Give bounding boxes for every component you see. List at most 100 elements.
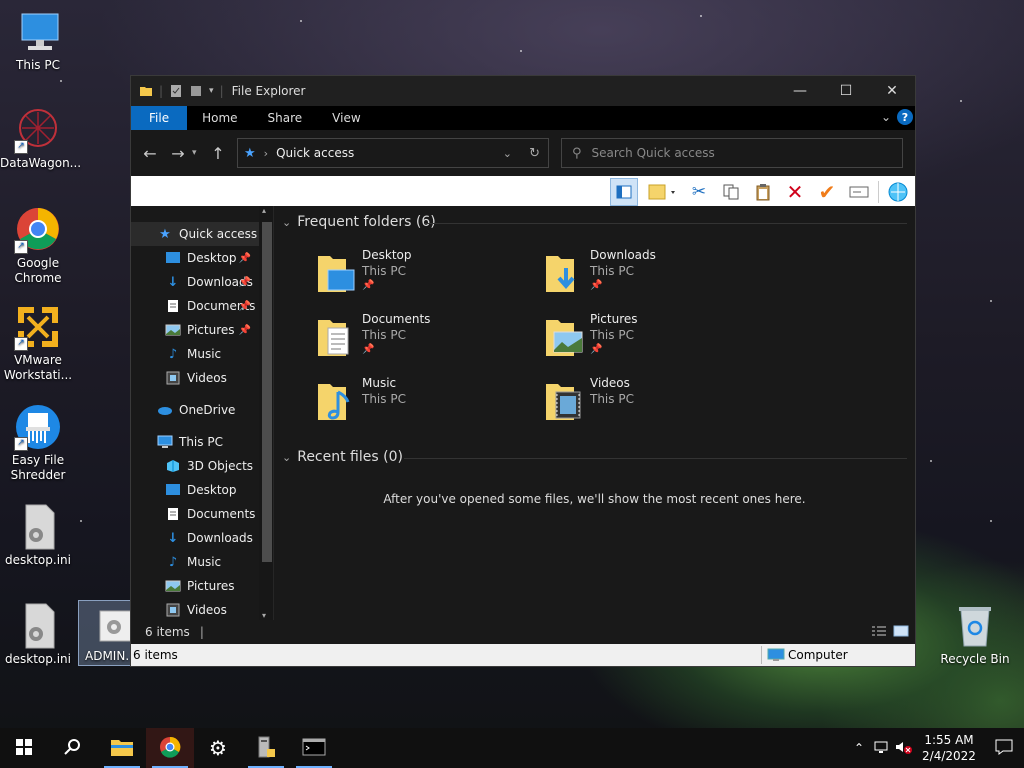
- notifications-icon[interactable]: [984, 739, 1024, 758]
- music-folder-icon: [316, 378, 356, 422]
- new-item-icon[interactable]: [644, 179, 680, 205]
- folder-location: This PC: [362, 328, 406, 342]
- maximize-button[interactable]: ☐: [823, 76, 869, 106]
- volume-muted-icon[interactable]: [892, 740, 914, 757]
- nav-quick-videos[interactable]: Videos: [131, 366, 273, 390]
- tab-view[interactable]: View: [317, 106, 375, 130]
- desktop-icon-desktop-ini-2[interactable]: desktop.ini: [0, 602, 76, 667]
- minimize-button[interactable]: —: [777, 76, 823, 106]
- desktop-icon-google-chrome[interactable]: ↗ Google Chrome: [0, 206, 76, 286]
- rename-icon[interactable]: [846, 179, 872, 205]
- network-icon[interactable]: [870, 740, 892, 757]
- scroll-down-icon[interactable]: ▾: [262, 611, 266, 620]
- new-folder-icon[interactable]: [189, 84, 203, 98]
- cut-icon[interactable]: ✂: [686, 179, 712, 205]
- tab-file[interactable]: File: [131, 106, 188, 130]
- globe-icon[interactable]: [885, 179, 911, 205]
- folder-tile-videos[interactable]: Videos This PC: [544, 376, 764, 436]
- nav-quick-downloads[interactable]: ↓ Downloads 📌: [131, 270, 273, 294]
- desktop-icon-desktop-ini-1[interactable]: desktop.ini: [0, 503, 76, 568]
- desktop-icon-vmware[interactable]: ↗ VMware Workstati...: [0, 303, 76, 383]
- start-button[interactable]: [0, 728, 48, 768]
- title-bar[interactable]: | ▾ | File Explorer — ☐ ✕: [131, 76, 915, 106]
- address-bar[interactable]: ★ › Quick access ⌄ ↻: [237, 138, 549, 168]
- shortcut-arrow-icon: ↗: [14, 240, 28, 254]
- desktop-icon-easy-file-shredder[interactable]: ↗ Easy File Shredder: [0, 403, 76, 483]
- forward-button[interactable]: →: [164, 144, 192, 163]
- folder-tile-music[interactable]: Music This PC: [316, 376, 536, 436]
- nav-pc-videos[interactable]: Videos: [131, 598, 273, 620]
- taskbar-chrome[interactable]: [146, 728, 194, 768]
- cloud-icon: [157, 402, 173, 418]
- nav-pc-desktop[interactable]: Desktop: [131, 478, 273, 502]
- nav-quick-desktop[interactable]: Desktop 📌: [131, 246, 273, 270]
- taskbar-file-explorer[interactable]: [98, 728, 146, 768]
- preview-pane-icon[interactable]: [610, 178, 638, 206]
- nav-quick-music[interactable]: ♪ Music: [131, 342, 273, 366]
- taskbar-command-prompt[interactable]: [290, 728, 338, 768]
- status-location: Computer: [788, 648, 848, 662]
- download-icon: ↓: [167, 530, 179, 546]
- nav-quick-access[interactable]: ★ Quick access: [131, 222, 273, 246]
- nav-pc-downloads[interactable]: ↓ Downloads: [131, 526, 273, 550]
- refresh-icon[interactable]: ↻: [529, 146, 540, 161]
- nav-pc-music[interactable]: ♪ Music: [131, 550, 273, 574]
- nav-this-pc[interactable]: This PC: [131, 430, 273, 454]
- customize-qat-icon[interactable]: ▾: [209, 86, 214, 96]
- recent-locations-icon[interactable]: ▾: [192, 148, 204, 158]
- folder-tile-documents[interactable]: Documents This PC 📌: [316, 312, 536, 372]
- video-icon: [165, 602, 181, 618]
- properties-check-icon[interactable]: ✔: [814, 179, 840, 205]
- chevron-up-icon[interactable]: ⌃: [848, 741, 870, 755]
- search-button[interactable]: [48, 728, 96, 768]
- help-icon[interactable]: ?: [897, 109, 913, 125]
- folder-tile-pictures[interactable]: Pictures This PC 📌: [544, 312, 764, 372]
- tab-share[interactable]: Share: [253, 106, 318, 130]
- quick-access-star-icon: ★: [159, 226, 171, 242]
- expand-ribbon-icon[interactable]: ⌄: [881, 110, 891, 124]
- search-input[interactable]: [589, 145, 874, 161]
- desktop-icon-label: Recycle Bin: [940, 652, 1010, 666]
- folder-tile-desktop[interactable]: Desktop This PC 📌: [316, 248, 536, 308]
- desktop-icon-recycle-bin[interactable]: Recycle Bin: [936, 602, 1014, 667]
- nav-label: 3D Objects: [187, 459, 254, 473]
- datawagon-icon: ↗: [14, 106, 62, 154]
- desktop-icon-this-pc[interactable]: This PC: [0, 8, 76, 73]
- properties-icon[interactable]: [169, 84, 183, 98]
- back-button[interactable]: ←: [136, 144, 164, 163]
- nav-quick-documents[interactable]: Documents 📌: [131, 294, 273, 318]
- nav-label: This PC: [179, 435, 223, 449]
- delete-icon[interactable]: ✕: [782, 179, 808, 205]
- taskbar: ⚙ ⌃ 1:55 AM 2/4/2022: [0, 728, 1024, 768]
- copy-icon[interactable]: [718, 179, 744, 205]
- nav-pc-pictures[interactable]: Pictures: [131, 574, 273, 598]
- desktop-icon-datawagon[interactable]: ↗ DataWagon...: [0, 106, 82, 171]
- nav-pc-3d-objects[interactable]: 3D Objects: [131, 454, 273, 478]
- folder-tile-downloads[interactable]: Downloads This PC 📌: [544, 248, 764, 308]
- tab-home[interactable]: Home: [187, 106, 252, 130]
- nav-quick-pictures[interactable]: Pictures 📌: [131, 318, 273, 342]
- address-dropdown-icon[interactable]: ⌄: [503, 147, 512, 160]
- breadcrumb[interactable]: Quick access: [276, 146, 354, 160]
- nav-scrollbar[interactable]: ▴ ▾: [259, 206, 273, 620]
- taskbar-settings[interactable]: ⚙: [194, 728, 242, 768]
- nav-scrollbar-thumb[interactable]: [262, 222, 272, 562]
- clock[interactable]: 1:55 AM 2/4/2022: [914, 732, 984, 764]
- recent-files-header[interactable]: ⌄ Recent files (0): [282, 449, 403, 465]
- taskbar-server-manager[interactable]: [242, 728, 290, 768]
- paste-icon[interactable]: [750, 179, 776, 205]
- close-button[interactable]: ✕: [869, 76, 915, 106]
- nav-pc-documents[interactable]: Documents: [131, 502, 273, 526]
- scroll-up-icon[interactable]: ▴: [262, 206, 266, 215]
- search-box[interactable]: ⚲: [561, 138, 903, 168]
- up-button[interactable]: ↑: [204, 144, 232, 163]
- large-icons-view-icon[interactable]: [893, 625, 909, 640]
- computer-icon: [767, 648, 785, 665]
- desktop-icon-label: desktop.ini: [5, 553, 71, 567]
- nav-onedrive[interactable]: OneDrive: [131, 398, 273, 422]
- music-icon: ♪: [168, 554, 178, 570]
- computer-icon: [157, 434, 173, 450]
- details-view-icon[interactable]: [871, 625, 887, 640]
- desktop-icon-label: DataWagon...: [0, 156, 82, 170]
- frequent-folders-header[interactable]: ⌄ Frequent folders (6): [282, 214, 892, 230]
